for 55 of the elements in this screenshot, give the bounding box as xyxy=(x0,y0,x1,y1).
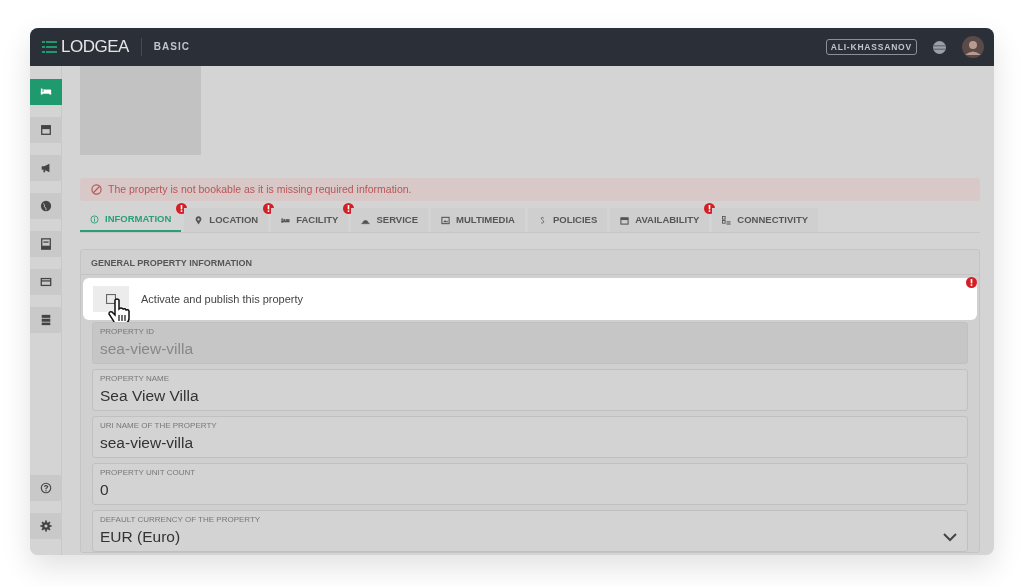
input-field[interactable]: URI NAME OF THE PROPERTY sea-view-villa xyxy=(92,416,968,458)
field-label: PROPERTY UNIT COUNT xyxy=(100,467,197,478)
field-value: Sea View Villa xyxy=(100,387,199,404)
flag-icon[interactable] xyxy=(933,40,946,54)
select-field[interactable]: DEFAULT CURRENCY OF THE PROPERTY EUR (Euro) xyxy=(92,510,968,552)
alert-text: The property is not bookable as it is missing required information. xyxy=(108,181,412,197)
settings-icon xyxy=(40,520,52,532)
tab[interactable]: LOCATION xyxy=(184,208,269,232)
sidebar-item[interactable] xyxy=(30,155,62,181)
pin-icon xyxy=(194,215,204,225)
globe-icon xyxy=(40,200,52,212)
field-label: DEFAULT CURRENCY OF THE PROPERTY xyxy=(100,514,262,525)
tab[interactable]: FACILITY xyxy=(271,208,349,232)
network-icon xyxy=(722,215,732,225)
logo-text: LODGEA xyxy=(61,36,129,59)
tab[interactable]: CONNECTIVITY xyxy=(712,208,819,232)
sidebar-item[interactable] xyxy=(30,193,62,219)
sidebar-item[interactable] xyxy=(30,79,62,105)
avatar[interactable] xyxy=(962,36,984,58)
sidebar-item[interactable] xyxy=(30,475,62,501)
blocked-icon xyxy=(91,184,102,195)
input-field[interactable]: PROPERTY NAME Sea View Villa xyxy=(92,369,968,411)
field-value: sea-view-villa xyxy=(100,434,194,451)
megaphone-icon xyxy=(40,162,52,174)
username-badge[interactable]: ALI-KHASSANOV xyxy=(825,38,917,56)
server-icon xyxy=(40,314,52,326)
tab[interactable]: POLICIES xyxy=(527,208,608,232)
tab[interactable]: MULTIMEDIA xyxy=(431,208,525,232)
plan-label: BASIC xyxy=(140,38,190,56)
info-icon xyxy=(90,214,99,224)
tab[interactable]: AVAILABILITY xyxy=(610,208,710,232)
sidebar-item[interactable] xyxy=(30,231,62,257)
sidebar-item[interactable] xyxy=(30,513,62,539)
checkbox-label[interactable]: Activate and publish this property xyxy=(141,290,304,308)
image-icon xyxy=(441,215,450,225)
sidebar-item[interactable] xyxy=(30,269,62,295)
sidebar-item[interactable] xyxy=(30,307,62,333)
field-label: PROPERTY ID xyxy=(100,326,155,337)
section-title: GENERAL PROPERTY INFORMATION xyxy=(81,250,979,275)
sidebar-item[interactable] xyxy=(30,117,62,143)
field-value: EUR (Euro) xyxy=(100,528,181,545)
field-value: 0 xyxy=(100,481,109,498)
credit-card-icon xyxy=(40,276,52,288)
input-field[interactable]: PROPERTY UNIT COUNT 0 xyxy=(92,463,968,505)
menu-icon[interactable] xyxy=(42,41,57,53)
bed-icon xyxy=(40,86,52,98)
calendar-icon xyxy=(620,215,630,225)
chevron-down-icon xyxy=(943,533,957,542)
tab[interactable]: SERVICE xyxy=(351,208,428,232)
bed-icon xyxy=(281,215,291,225)
field-label: URI NAME OF THE PROPERTY xyxy=(100,420,218,431)
help-icon xyxy=(40,482,52,494)
field-value: sea-view-villa xyxy=(100,340,194,357)
field-label: PROPERTY NAME xyxy=(100,373,171,384)
checkbox-icon xyxy=(106,294,116,304)
